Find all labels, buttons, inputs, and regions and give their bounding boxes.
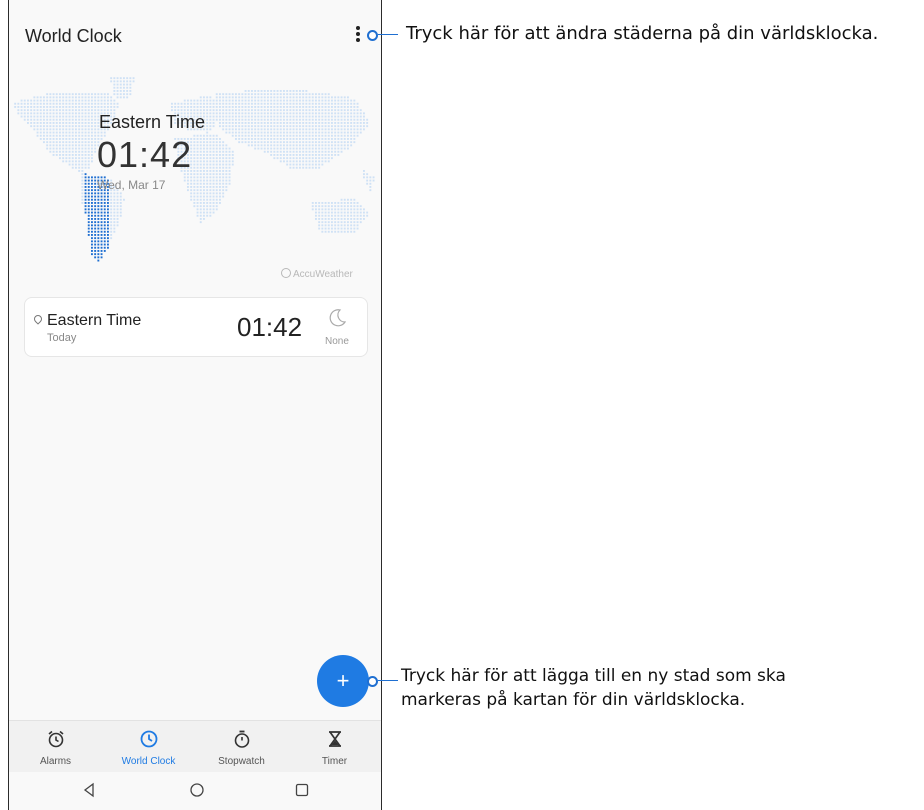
card-city-name: Eastern Time [47, 312, 142, 329]
top-app-bar: World Clock [9, 0, 381, 70]
map-date: Wed, Mar 17 [97, 178, 166, 192]
map-city-label: Eastern Time [99, 112, 206, 132]
phone-screen: World Clock Eastern Time 01:42 Wed, Mar … [8, 0, 382, 810]
more-options-dot [356, 38, 360, 42]
tab-alarms-label: Alarms [39, 756, 72, 767]
tab-world-clock[interactable]: World Clock [102, 721, 195, 773]
tab-world-clock-label: World Clock [121, 756, 176, 767]
callout-add-line1: Tryck här för att lägga till en ny stad … [401, 666, 786, 686]
plus-icon: + [336, 668, 350, 693]
card-day: Today [47, 332, 77, 344]
tab-stopwatch[interactable]: Stopwatch [195, 721, 288, 773]
recents-icon[interactable] [294, 782, 310, 798]
more-options-dot [356, 32, 360, 36]
system-navigation-bar [9, 772, 381, 810]
back-icon[interactable] [81, 782, 97, 798]
card-time: 01:42 [237, 312, 303, 342]
moon-icon [329, 309, 347, 327]
add-city-button[interactable]: + [317, 655, 369, 707]
accuweather-label: AccuWeather [293, 269, 353, 280]
card-weather: None [325, 336, 349, 347]
bottom-navigation: Alarms World Clock Stopwatch Timer [9, 720, 381, 773]
tab-alarms[interactable]: Alarms [9, 721, 102, 773]
callout-line-menu [378, 34, 398, 35]
clock-icon [140, 730, 157, 748]
alarm-icon [47, 730, 64, 748]
tab-timer[interactable]: Timer [288, 721, 381, 773]
tab-timer-label: Timer [321, 756, 348, 767]
app-title: World Clock [25, 26, 122, 46]
accuweather-credit: AccuWeather [281, 268, 353, 280]
tab-stopwatch-label: Stopwatch [218, 756, 265, 767]
map-time: 01:42 [97, 134, 193, 175]
callout-marker-menu [367, 30, 378, 41]
location-pin-icon [32, 313, 44, 325]
callout-line-add [378, 680, 398, 681]
world-map [14, 77, 375, 262]
callout-add-line2: markeras på kartan för din världsklocka. [401, 690, 746, 710]
world-map-dots [14, 77, 375, 240]
more-options-button[interactable] [351, 26, 365, 46]
more-options-dot [356, 26, 360, 30]
home-icon[interactable] [189, 782, 205, 798]
stopwatch-icon [234, 730, 249, 748]
accuweather-icon [281, 268, 291, 278]
callout-marker-add [367, 676, 378, 687]
callout-menu-text: Tryck här för att ändra städerna på din … [406, 23, 879, 44]
callout-add-text: Tryck här för att lägga till en ny stad … [401, 664, 786, 712]
city-card[interactable]: Eastern Time Today 01:42 None [24, 297, 368, 357]
hourglass-icon [328, 731, 341, 747]
